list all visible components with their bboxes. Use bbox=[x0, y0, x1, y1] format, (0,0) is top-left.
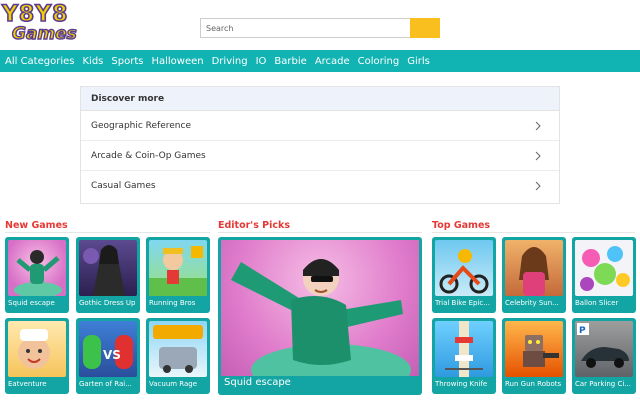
game-tile-celebrity-summer[interactable]: Celebrity Sun... bbox=[502, 237, 566, 313]
game-title: Squid escape bbox=[8, 299, 55, 307]
site-logo[interactable]: Y8Y8 Games bbox=[1, 2, 77, 46]
nav-item-sports[interactable]: Sports bbox=[111, 56, 143, 67]
nav-item-arcade[interactable]: Arcade bbox=[315, 56, 350, 67]
discover-item-label: Arcade & Coin-Op Games bbox=[91, 151, 206, 161]
game-thumbnail bbox=[149, 321, 207, 377]
search-input[interactable] bbox=[200, 18, 410, 38]
logo-text-top: Y8Y8 bbox=[1, 2, 69, 27]
search-button[interactable] bbox=[410, 18, 440, 38]
chevron-right-icon bbox=[535, 121, 541, 131]
category-nav: All Categories Kids Sports Halloween Dri… bbox=[0, 50, 640, 72]
game-title: Running Bros bbox=[149, 299, 196, 307]
nav-item-driving[interactable]: Driving bbox=[212, 56, 248, 67]
divider bbox=[5, 232, 210, 233]
game-tile-eatventure[interactable]: Eatventure bbox=[5, 318, 69, 394]
nav-item-kids[interactable]: Kids bbox=[82, 56, 103, 67]
divider bbox=[432, 232, 635, 233]
game-thumbnail bbox=[435, 321, 493, 377]
logo-text-bottom: Games bbox=[11, 24, 77, 44]
game-title: Garten of Rai... bbox=[79, 380, 132, 388]
game-title: Car Parking Ci... bbox=[575, 380, 631, 388]
game-thumbnail bbox=[8, 240, 66, 296]
nav-item-halloween[interactable]: Halloween bbox=[151, 56, 203, 67]
game-tile-car-parking-city[interactable]: P Car Parking Ci... bbox=[572, 318, 636, 394]
game-tile-squid-escape[interactable]: Squid escape bbox=[5, 237, 69, 313]
game-thumbnail bbox=[575, 240, 633, 296]
game-thumbnail bbox=[505, 240, 563, 296]
discover-item-geographic-reference[interactable]: Geographic Reference bbox=[81, 111, 559, 141]
game-tile-throwing-knife[interactable]: Throwing Knife bbox=[432, 318, 496, 394]
new-games-heading: New Games bbox=[5, 220, 68, 231]
featured-game-thumbnail bbox=[221, 240, 419, 376]
editors-picks-heading: Editor's Picks bbox=[218, 220, 290, 231]
game-thumbnail bbox=[505, 321, 563, 377]
game-tile-running-bros[interactable]: Running Bros bbox=[146, 237, 210, 313]
game-thumbnail bbox=[79, 240, 137, 296]
discover-item-casual-games[interactable]: Casual Games bbox=[81, 171, 559, 201]
game-title: Eatventure bbox=[8, 380, 47, 388]
game-tile-trial-bike-epic[interactable]: Trial Bike Epic... bbox=[432, 237, 496, 313]
svg-text:VS: VS bbox=[103, 348, 121, 362]
game-title: Trial Bike Epic... bbox=[435, 299, 490, 307]
featured-game-title: Squid escape bbox=[224, 377, 291, 388]
game-tile-vacuum-rage[interactable]: Vacuum Rage bbox=[146, 318, 210, 394]
nav-item-io[interactable]: IO bbox=[256, 56, 267, 67]
divider bbox=[218, 232, 422, 233]
svg-text:P: P bbox=[579, 326, 586, 336]
search-bar bbox=[200, 18, 440, 38]
game-title: Vacuum Rage bbox=[149, 380, 198, 388]
discover-title: Discover more bbox=[81, 87, 559, 111]
discover-item-label: Casual Games bbox=[91, 181, 156, 191]
featured-game-tile[interactable]: Squid escape bbox=[218, 237, 422, 395]
game-title: Ballon Slicer bbox=[575, 299, 619, 307]
chevron-right-icon bbox=[535, 181, 541, 191]
site-header: Y8Y8 Games bbox=[0, 0, 640, 50]
game-thumbnail bbox=[435, 240, 493, 296]
chevron-right-icon bbox=[535, 151, 541, 161]
game-thumbnail bbox=[149, 240, 207, 296]
nav-item-girls[interactable]: Girls bbox=[407, 56, 430, 67]
nav-item-all-categories[interactable]: All Categories bbox=[5, 56, 74, 67]
top-games-heading: Top Games bbox=[432, 220, 491, 231]
game-tile-run-gun-robots[interactable]: Run Gun Robots bbox=[502, 318, 566, 394]
game-title: Throwing Knife bbox=[435, 380, 488, 388]
discover-item-label: Geographic Reference bbox=[91, 121, 191, 131]
discover-item-arcade-coin-op[interactable]: Arcade & Coin-Op Games bbox=[81, 141, 559, 171]
game-thumbnail: VS bbox=[79, 321, 137, 377]
game-title: Run Gun Robots bbox=[505, 380, 562, 388]
game-tile-gothic-dress-up[interactable]: Gothic Dress Up bbox=[76, 237, 140, 313]
nav-item-coloring[interactable]: Coloring bbox=[358, 56, 400, 67]
game-title: Gothic Dress Up bbox=[79, 299, 136, 307]
game-thumbnail bbox=[8, 321, 66, 377]
game-title: Celebrity Sun... bbox=[505, 299, 559, 307]
nav-item-barbie[interactable]: Barbie bbox=[274, 56, 306, 67]
game-tile-ballon-slicer[interactable]: Ballon Slicer bbox=[572, 237, 636, 313]
game-thumbnail: P bbox=[575, 321, 633, 377]
discover-more-panel: Discover more Geographic Reference Arcad… bbox=[80, 86, 560, 204]
game-tile-garten-of-rainbow[interactable]: VS Garten of Rai... bbox=[76, 318, 140, 394]
